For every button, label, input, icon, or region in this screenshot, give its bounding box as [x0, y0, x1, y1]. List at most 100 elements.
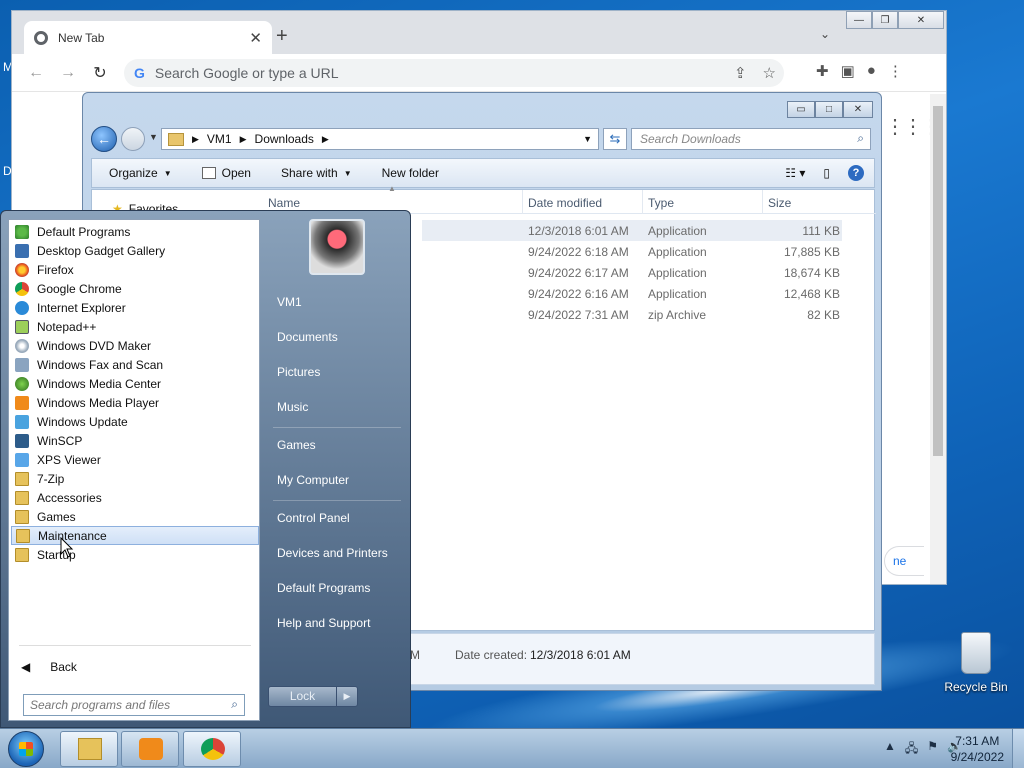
list-item[interactable]: Internet Explorer — [11, 298, 259, 317]
list-item[interactable]: XPS Viewer — [11, 450, 259, 469]
view-options-icon[interactable]: ☷ ▾ — [785, 166, 805, 180]
list-item[interactable]: Google Chrome — [11, 279, 259, 298]
column-date-modified[interactable]: Date modified — [528, 196, 602, 210]
list-item[interactable]: Default Programs — [11, 222, 259, 241]
action-center-flag-icon[interactable]: ⚑ — [927, 739, 938, 760]
chevron-right-icon[interactable]: ▶ — [322, 134, 329, 145]
list-item[interactable]: Windows Fax and Scan — [11, 355, 259, 374]
table-row[interactable]: 12/3/2018 6:01 AM Application 111 KB — [422, 220, 842, 241]
scrollbar-thumb[interactable] — [933, 106, 943, 456]
refresh-icon[interactable]: ⇆ — [603, 128, 627, 150]
taskbar-explorer-button[interactable] — [60, 731, 118, 767]
tab-search-icon[interactable]: ⌄ — [820, 27, 830, 41]
start-item-control-panel[interactable]: Control Panel — [277, 511, 350, 525]
start-item-devices-printers[interactable]: Devices and Printers — [277, 546, 388, 560]
search-programs-input[interactable]: Search programs and files ⌕ — [23, 694, 245, 716]
address-bar[interactable]: ▶ VM1 ▶ Downloads ▶ ▼ — [161, 128, 599, 150]
preview-pane-icon[interactable]: ▯ — [823, 166, 830, 180]
start-item-my-computer[interactable]: My Computer — [277, 473, 349, 487]
close-tab-icon[interactable]: ✕ — [249, 29, 262, 47]
forward-arrow-icon[interactable] — [121, 127, 145, 151]
start-item-default-programs[interactable]: Default Programs — [277, 581, 370, 595]
show-desktop-button[interactable] — [1012, 729, 1024, 768]
list-item[interactable]: Firefox — [11, 260, 259, 279]
start-item-music[interactable]: Music — [277, 400, 308, 414]
search-downloads-input[interactable]: Search Downloads ⌕ — [631, 128, 871, 150]
network-icon[interactable]: 🖧 — [905, 739, 918, 760]
table-row[interactable]: 9/24/2022 6:16 AM Application 12,468 KB — [422, 283, 842, 304]
address-dropdown-icon[interactable]: ▼ — [583, 134, 592, 144]
mouse-cursor-icon — [60, 537, 74, 558]
recycle-bin[interactable]: Recycle Bin — [942, 632, 1010, 694]
start-item-user[interactable]: VM1 — [277, 295, 302, 309]
open-button[interactable]: Open — [201, 166, 251, 180]
share-icon[interactable]: ⇪ — [734, 64, 747, 82]
start-orb-icon[interactable] — [8, 731, 44, 767]
list-item[interactable]: Windows Media Center — [11, 374, 259, 393]
start-item-pictures[interactable]: Pictures — [277, 365, 320, 379]
close-window-icon[interactable]: ✕ — [898, 11, 944, 29]
list-item-highlighted[interactable]: Maintenance — [11, 526, 259, 545]
start-item-help-support[interactable]: Help and Support — [277, 616, 370, 630]
list-item[interactable]: 7-Zip — [11, 469, 259, 488]
breadcrumb-segment[interactable]: VM1 — [207, 132, 232, 146]
list-item[interactable]: Startup — [11, 545, 259, 564]
start-item-games[interactable]: Games — [277, 438, 316, 452]
table-row[interactable]: 9/24/2022 7:31 AM zip Archive 82 KB — [422, 304, 842, 325]
chrome-scrollbar[interactable] — [930, 94, 946, 584]
bookmark-star-icon[interactable]: ☆ — [763, 64, 776, 82]
help-icon[interactable]: ? — [848, 165, 864, 181]
new-folder-button[interactable]: New folder — [382, 166, 439, 180]
close-window-icon[interactable]: ✕ — [843, 101, 873, 118]
table-row[interactable]: 9/24/2022 6:18 AM Application 17,885 KB — [422, 241, 842, 262]
back-button[interactable]: ◀ Back — [21, 660, 77, 674]
menu-kebab-icon[interactable]: ⋮ — [888, 62, 903, 80]
recent-pages-dropdown-icon[interactable]: ▼ — [149, 132, 158, 142]
breadcrumb-segment[interactable]: Downloads — [255, 132, 314, 146]
search-icon[interactable]: ⌕ — [231, 697, 238, 712]
back-arrow-icon[interactable]: ← — [91, 126, 117, 152]
omnibox[interactable]: G Search Google or type a URL ⇪ ☆ — [124, 59, 784, 87]
organize-button[interactable]: Organize ▼ — [109, 166, 172, 180]
side-panel-icon[interactable]: ▣ — [841, 62, 855, 80]
list-item[interactable]: Notepad++ — [11, 317, 259, 336]
chevron-right-icon[interactable]: ▶ — [240, 134, 247, 145]
search-placeholder: Search Downloads — [640, 132, 741, 146]
column-type[interactable]: Type — [648, 196, 674, 210]
new-tab-icon[interactable]: + — [276, 25, 288, 48]
minimize-icon[interactable]: — — [846, 11, 872, 29]
table-row[interactable]: 9/24/2022 6:17 AM Application 18,674 KB — [422, 262, 842, 283]
page-button-fragment[interactable]: ne — [884, 546, 924, 576]
column-name[interactable]: Name — [268, 196, 300, 210]
minimize-icon[interactable]: ▭ — [787, 101, 815, 118]
profile-icon[interactable]: ● — [867, 62, 876, 80]
list-item[interactable]: Windows Media Player — [11, 393, 259, 412]
list-item[interactable]: Games — [11, 507, 259, 526]
maximize-icon[interactable]: □ — [815, 101, 843, 118]
show-hidden-icons-icon[interactable]: ▲ — [884, 739, 896, 760]
list-item[interactable]: Windows DVD Maker — [11, 336, 259, 355]
list-item[interactable]: WinSCP — [11, 431, 259, 450]
chrome-tab[interactable]: New Tab ✕ — [24, 21, 272, 54]
reload-icon[interactable]: ↻ — [84, 63, 116, 83]
list-item[interactable]: Accessories — [11, 488, 259, 507]
start-item-documents[interactable]: Documents — [277, 330, 338, 344]
taskbar-chrome-button[interactable] — [183, 731, 241, 767]
chevron-right-icon[interactable]: ▶ — [192, 134, 199, 145]
restore-icon[interactable]: ❐ — [872, 11, 898, 29]
list-item[interactable]: Windows Update — [11, 412, 259, 431]
back-arrow-icon[interactable]: ← — [20, 64, 52, 82]
share-with-button[interactable]: Share with ▼ — [281, 166, 352, 180]
search-icon[interactable]: ⌕ — [857, 131, 864, 146]
clock[interactable]: 7:31 AM 9/24/2022 — [951, 733, 1004, 765]
taskbar-media-player-button[interactable] — [121, 731, 179, 767]
chevron-right-icon[interactable]: ▶ — [337, 687, 357, 706]
forward-arrow-icon[interactable]: → — [52, 64, 84, 82]
recycle-bin-label: Recycle Bin — [944, 680, 1008, 694]
list-item[interactable]: Desktop Gadget Gallery — [11, 241, 259, 260]
user-avatar[interactable] — [309, 219, 365, 275]
lock-button[interactable]: Lock ▶ — [268, 686, 358, 707]
column-size[interactable]: Size — [768, 196, 791, 210]
file-list: 12/3/2018 6:01 AM Application 111 KB 9/2… — [422, 220, 842, 325]
extensions-icon[interactable]: ✚ — [816, 62, 829, 80]
